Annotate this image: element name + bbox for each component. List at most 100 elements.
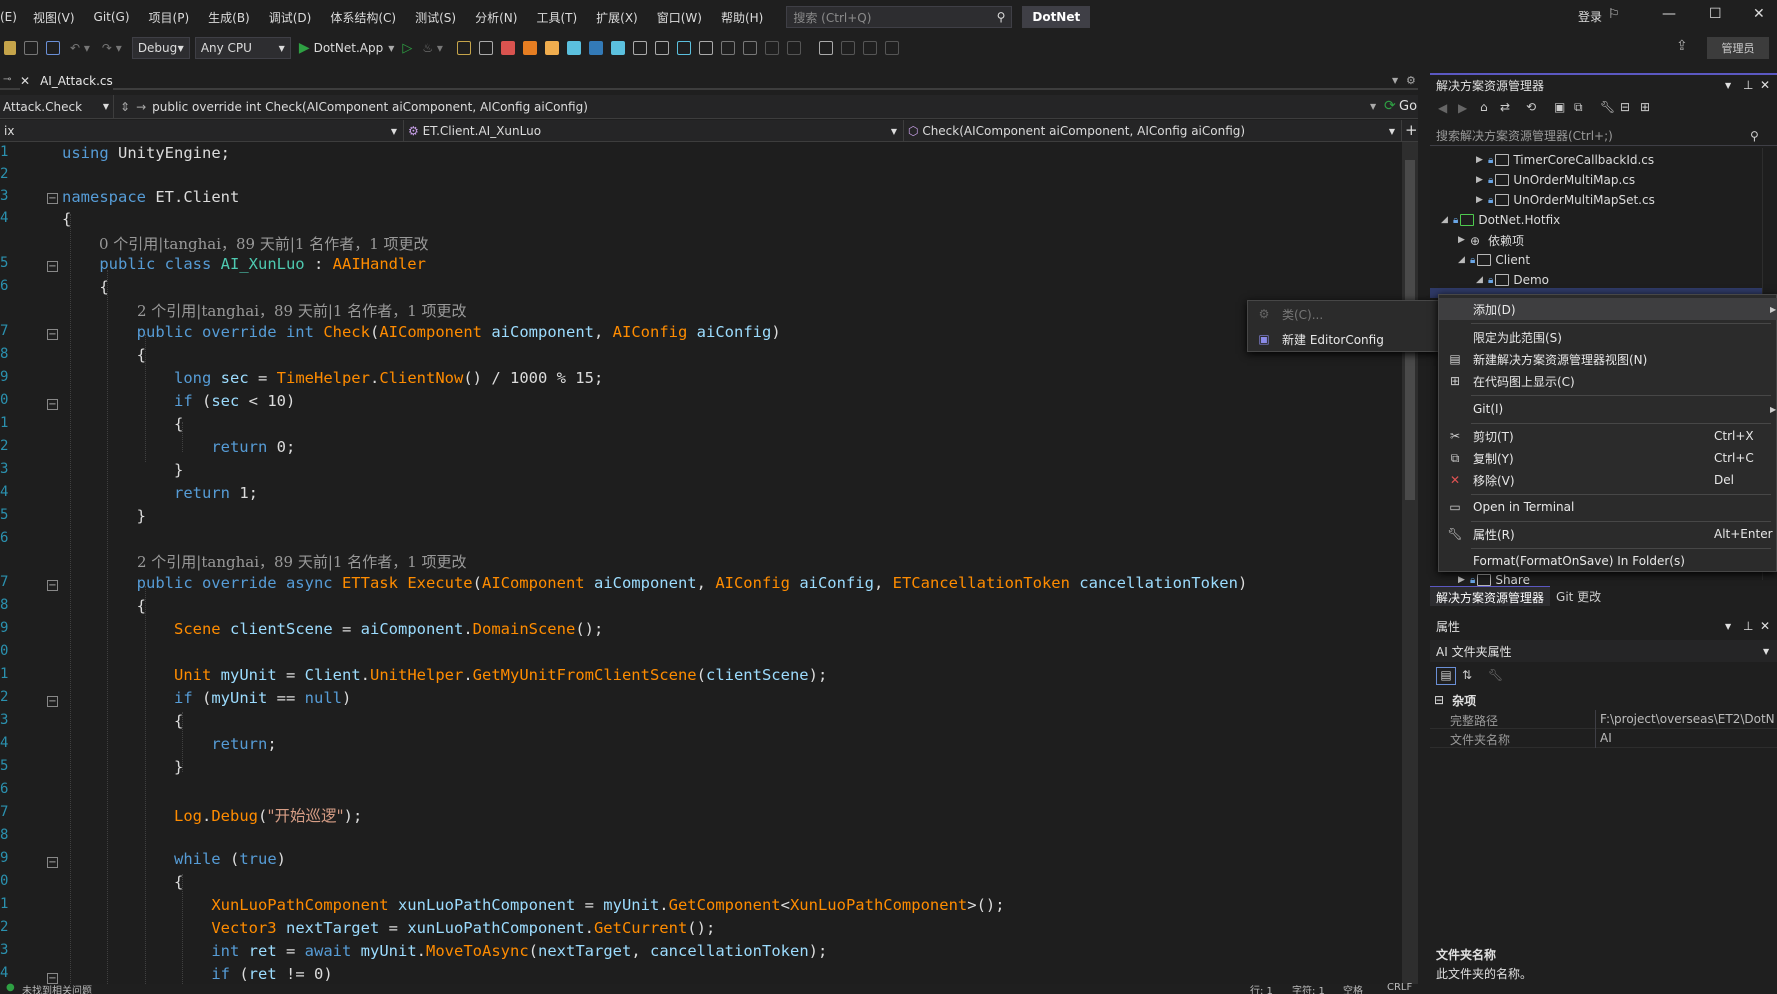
properties-object-dropdown[interactable]: AI 文件夹属性 ▼ [1430, 640, 1777, 662]
start-icon[interactable]: ▶ [299, 40, 310, 56]
tree-item[interactable]: ▶ 🔒︎ UnOrderMultiMapSet.cs [1476, 190, 1655, 210]
tree-item[interactable]: ▶ ⊕ 依赖项 [1458, 230, 1524, 250]
tree-item[interactable]: ▶ 🔒︎ UnOrderMultiMap.cs [1476, 170, 1635, 190]
config-dropdown[interactable]: Debug ▼ [131, 37, 190, 59]
nav-member-path[interactable]: public override int Check(AIComponent ai… [152, 100, 588, 114]
bookmark-icon[interactable] [818, 41, 833, 55]
code-map-icon[interactable]: ⊞ [1640, 100, 1650, 114]
codelens[interactable]: 2 个引用|tanghai，89 天前|1 名作者，1 项更改 [0, 300, 1402, 323]
tool-icon-4[interactable] [566, 41, 581, 55]
menu-edit[interactable]: (E) [0, 10, 17, 24]
close-tab-icon[interactable]: ✕ [20, 74, 30, 88]
menu-view[interactable]: 视图(V) [33, 9, 75, 26]
codelens[interactable]: 0 个引用|tanghai，89 天前|1 名作者，1 项更改 [0, 233, 1402, 256]
menu-item-new-view[interactable]: ▤ 新建解决方案资源管理器视图(N) [1439, 348, 1777, 370]
bookmark-next-icon[interactable] [862, 41, 877, 55]
close-pane-icon[interactable]: ✕ [1760, 619, 1770, 633]
chevron-right-icon[interactable]: ▶ [1458, 575, 1470, 585]
tool-icon-14[interactable] [786, 41, 801, 55]
solution-search-input[interactable]: 搜索解决方案资源管理器(Ctrl+;) ⚲ [1430, 126, 1777, 146]
tab-git-changes[interactable]: Git 更改 [1550, 586, 1607, 606]
tool-icon-3[interactable] [544, 41, 559, 55]
chevron-down-icon[interactable]: ◢ [1441, 215, 1453, 225]
close-pane-icon[interactable]: ✕ [1760, 78, 1770, 92]
alphabetical-icon[interactable]: ⇅ [1462, 668, 1472, 682]
minimize-icon[interactable]: — [1662, 6, 1676, 22]
menu-project[interactable]: 项目(P) [149, 9, 190, 26]
tab-list-icon[interactable]: ▼ [1392, 76, 1398, 85]
chevron-down-icon[interactable]: ▼ [1370, 102, 1376, 111]
tree-item[interactable]: ◢ 🔒︎ Client [1458, 250, 1530, 270]
menu-test[interactable]: 测试(S) [415, 9, 456, 26]
close-icon[interactable]: ✕ [1753, 6, 1765, 22]
property-row[interactable]: 文件夹名称 AI [1430, 729, 1777, 748]
home-icon[interactable]: ⌂ [1480, 100, 1488, 114]
tool-icon-11[interactable] [720, 41, 735, 55]
tool-icon-2[interactable] [522, 41, 537, 55]
pin-icon[interactable]: ⊸ [3, 74, 11, 85]
menu-item-remove[interactable]: ✕ 移除(V) Del [1439, 469, 1777, 491]
tab-settings-icon[interactable]: ⚙ [1406, 74, 1416, 87]
codelens-text[interactable]: 0 个引用|tanghai，89 天前|1 名作者，1 项更改 [99, 233, 429, 254]
tree-item[interactable]: ◢ 🔒︎ DotNet.Hotfix [1441, 210, 1560, 230]
categorized-icon[interactable]: ▤ [1436, 667, 1456, 685]
tool-icon-5[interactable] [588, 41, 603, 55]
search-input[interactable]: 搜索 (Ctrl+Q) ⚲ [786, 6, 1013, 28]
chevron-right-icon[interactable]: ▶ [1476, 175, 1488, 185]
chevron-down-icon[interactable]: ◢ [1476, 275, 1488, 285]
menu-help[interactable]: 帮助(H) [721, 9, 763, 26]
chevron-down-icon[interactable]: ▼ [388, 44, 394, 53]
maximize-icon[interactable]: ☐ [1709, 6, 1722, 22]
menu-item-scope[interactable]: 限定为此范围(S) [1439, 326, 1777, 348]
bookmark-clear-icon[interactable] [884, 41, 899, 55]
tool-icon-12[interactable] [742, 41, 757, 55]
browse-icon[interactable] [456, 41, 471, 55]
menu-item-format-in-folder[interactable]: Format(FormatOnSave) In Folder(s) [1439, 550, 1777, 572]
collapse-icon[interactable]: ⊟ [1434, 693, 1444, 707]
pin-icon[interactable]: ⊥ [1743, 78, 1753, 92]
tool-icon-8[interactable] [654, 41, 669, 55]
col-status[interactable]: 字符: 1 [1292, 982, 1325, 994]
tool-icon-9[interactable] [676, 41, 691, 55]
menu-item-git[interactable]: Git(I) ▶ [1439, 398, 1777, 420]
refresh-icon[interactable]: ⟳ [1384, 98, 1396, 114]
collapse-all-icon[interactable]: ▣ [1554, 100, 1565, 114]
codelens-text[interactable]: 2 个引用|tanghai，89 天前|1 名作者，1 项更改 [137, 551, 467, 572]
chevron-right-icon[interactable]: ▶ [1476, 155, 1488, 165]
tree-item[interactable]: ▶ 🔒︎ TimerCoreCallbackId.cs [1476, 150, 1654, 170]
menu-item-class[interactable]: ⚙ 类(C)... [1248, 303, 1439, 325]
tool-icon-7[interactable] [632, 41, 647, 55]
menu-extensions[interactable]: 扩展(X) [596, 9, 638, 26]
nav-project-dropdown[interactable]: ix ▼ [0, 120, 404, 142]
menu-git[interactable]: Git(G) [94, 10, 130, 24]
tab-solution-explorer[interactable]: 解决方案资源管理器 [1430, 586, 1551, 606]
layout-icon[interactable] [478, 41, 493, 55]
updown-icon[interactable]: ⇕ [120, 100, 130, 114]
spaces-status[interactable]: 空格 [1343, 982, 1363, 994]
undo-icon[interactable]: ↶ ▾ [70, 41, 90, 55]
go-button[interactable]: Go [1399, 99, 1417, 114]
menu-item-new-editorconfig[interactable]: ▣ 新建 EditorConfig [1248, 328, 1439, 350]
eol-status[interactable]: CRLF [1387, 982, 1412, 993]
menu-item-properties[interactable]: 🔧︎ 属性(R) Alt+Enter [1439, 523, 1777, 545]
live-share-icon[interactable]: ⇪ [1676, 38, 1688, 54]
tab-ai-attack[interactable]: ✕ AI_Attack.cs [20, 72, 113, 90]
tool-icon-1[interactable] [500, 41, 515, 55]
tool-icon-13[interactable] [764, 41, 779, 55]
chevron-right-icon[interactable]: ▶ [1476, 195, 1488, 205]
menu-tools[interactable]: 工具(T) [536, 9, 577, 26]
start-without-debug-icon[interactable]: ▷ [402, 41, 412, 56]
feedback-icon[interactable]: ⚐ [1608, 7, 1620, 22]
bookmark-prev-icon[interactable] [840, 41, 855, 55]
save-all-icon[interactable] [46, 41, 60, 55]
row-status[interactable]: 行: 1 [1250, 982, 1273, 994]
menu-architecture[interactable]: 体系结构(C) [330, 9, 396, 26]
codelens[interactable]: 2 个引用|tanghai，89 天前|1 名作者，1 项更改 [0, 551, 1402, 574]
show-all-icon[interactable]: ⧉ [1574, 100, 1583, 115]
menu-item-copy[interactable]: ⧉ 复制(Y) Ctrl+C [1439, 447, 1777, 469]
login-link[interactable]: 登录 [1578, 8, 1602, 25]
switch-views-icon[interactable]: ⇄ [1500, 100, 1510, 114]
start-target-label[interactable]: DotNet.App [314, 41, 384, 55]
issues-status[interactable]: 未找到相关问题 [22, 982, 92, 994]
tool-icon-6[interactable] [610, 41, 625, 55]
